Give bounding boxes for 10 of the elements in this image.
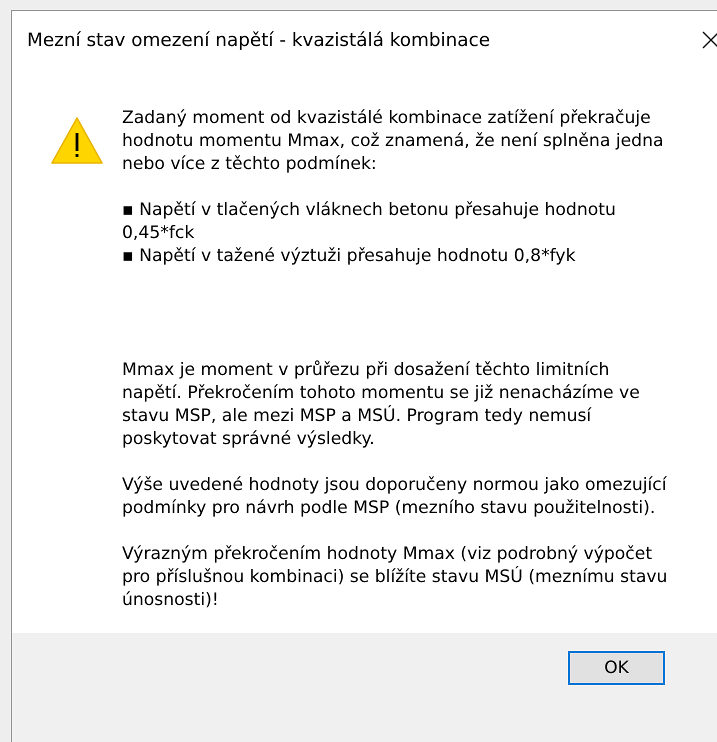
window-title: Mezní stav omezení napětí - kvazistálá kombinace: [27, 30, 492, 50]
message-text: Mmax je moment v průřezu při dosažení těchto limitních napětí. Překročením tohoto momentu se již nenacházíme ve stavu MSP, ale mezi MSP a MSÚ. Program tedy nemusí poskytovat správné výsledky.: [122, 359, 641, 451]
message-text: Výše uvedené hodnoty jsou doporučeny normou jako omezující podmínky pro návrh podle MSP (mezního stavu použitelnosti).: [122, 474, 668, 520]
warning-icon: [50, 116, 104, 166]
ok-button[interactable]: OK: [568, 651, 665, 685]
close-icon[interactable]: [702, 31, 717, 49]
message-text: Výrazným překročením hodnoty Mmax (viz podrobný výpočet pro příslušnou kombinaci) se blížíte stavu MSÚ (meznímu stavu únosnosti)!: [122, 543, 668, 612]
condition-item: ▪ Napětí v tažené výztuži přesahuje hodnotu 0,8*fyk: [122, 245, 577, 268]
message-text: Zadaný moment od kvazistálé kombinace zatížení překračuje hodnotu momentu Mmax, což znamená, že není splněna jedna nebo více z těchto podmínek:: [122, 107, 664, 176]
condition-item: ▪ Napětí v tlačených vláknech betonu přesahuje hodnotu 0,45*fck: [122, 199, 617, 245]
